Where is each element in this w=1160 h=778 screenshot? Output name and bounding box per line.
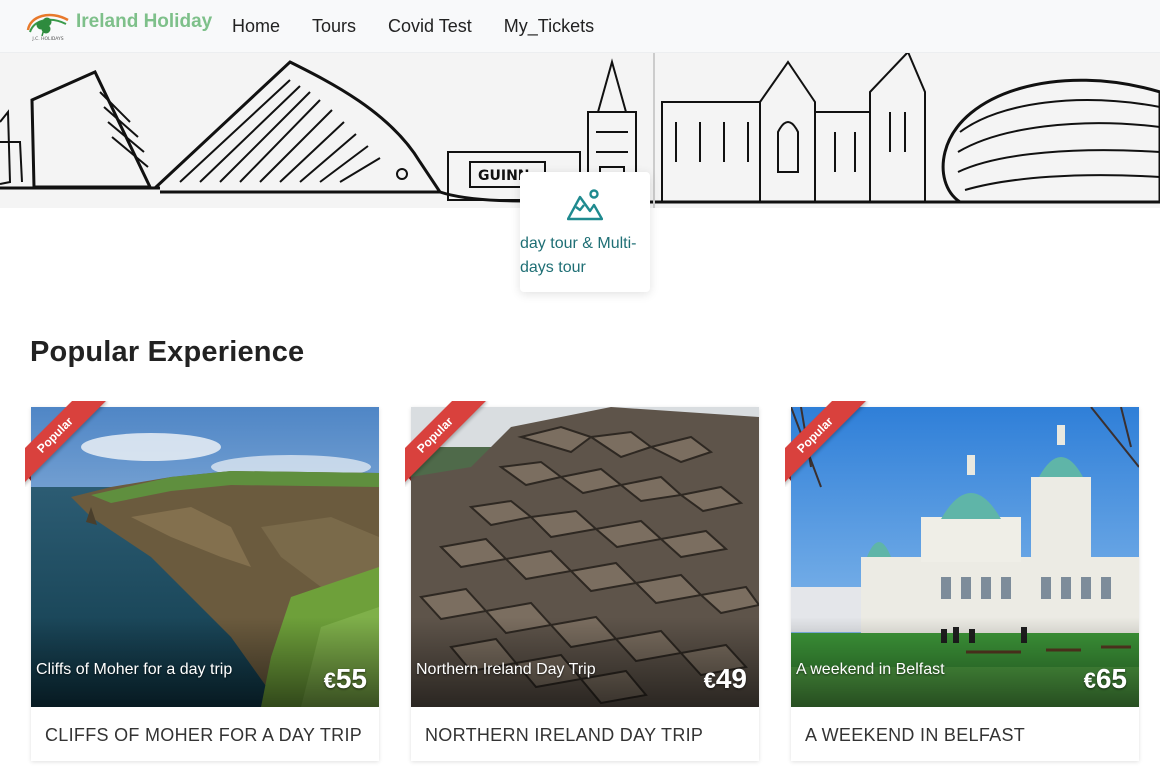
tour-card-northern-ireland[interactable]: Popular Northern Ireland Day Trip €49 NO… [405,401,759,761]
nav-home[interactable]: Home [232,16,280,37]
price-value: 65 [1095,663,1127,694]
price-value: 49 [715,663,747,694]
tour-price: €65 [1084,663,1127,695]
category-label: day tour & Multi-days tour [520,235,637,276]
currency-symbol: € [1083,668,1096,693]
price-value: 55 [335,663,367,694]
popular-ribbon: Popular [405,401,491,487]
popular-ribbon: Popular [25,401,111,487]
currency-symbol: € [703,668,716,693]
logo-text: J.C. HOLIDAYS [31,36,63,42]
tour-price: €49 [704,663,747,695]
nav-my-tickets[interactable]: My_Tickets [504,16,594,37]
tour-image-caption: A weekend in Belfast [796,661,945,678]
popular-ribbon: Popular [785,401,871,487]
tour-image-caption: Northern Ireland Day Trip [416,661,596,678]
tour-title[interactable]: A WEEKEND IN BELFAST [805,725,1025,746]
popular-badge: Popular [785,401,866,486]
navbar: J.C. HOLIDAYS Ireland Holiday Home Tours… [0,0,1160,53]
tour-card-belfast-weekend[interactable]: Popular A weekend in Belfast €65 A WEEKE… [785,401,1139,761]
nav-tours[interactable]: Tours [312,16,356,37]
section-title: Popular Experience [30,336,305,368]
nav-menu: Home Tours Covid Test My_Tickets [232,0,626,52]
tour-title[interactable]: NORTHERN IRELAND DAY TRIP [425,725,703,746]
currency-symbol: € [323,668,336,693]
tour-image-caption: Cliffs of Moher for a day trip [36,661,233,678]
tour-card-cliffs-of-moher[interactable]: Popular Cliffs of Moher for a day trip €… [25,401,379,761]
mountain-icon [566,189,604,226]
logo-image: J.C. HOLIDAYS [24,8,70,42]
tour-price: €55 [324,663,367,695]
popular-badge: Popular [25,401,106,486]
category-card-day-tour[interactable]: day tour & Multi-days tour [520,172,650,292]
brand-name[interactable]: Ireland Holiday [76,11,212,33]
nav-covid-test[interactable]: Covid Test [388,16,472,37]
popular-badge: Popular [405,401,486,486]
brand-link[interactable]: J.C. HOLIDAYS Ireland Holiday [24,8,212,42]
tour-title[interactable]: CLIFFS OF MOHER FOR A DAY TRIP [45,725,362,746]
